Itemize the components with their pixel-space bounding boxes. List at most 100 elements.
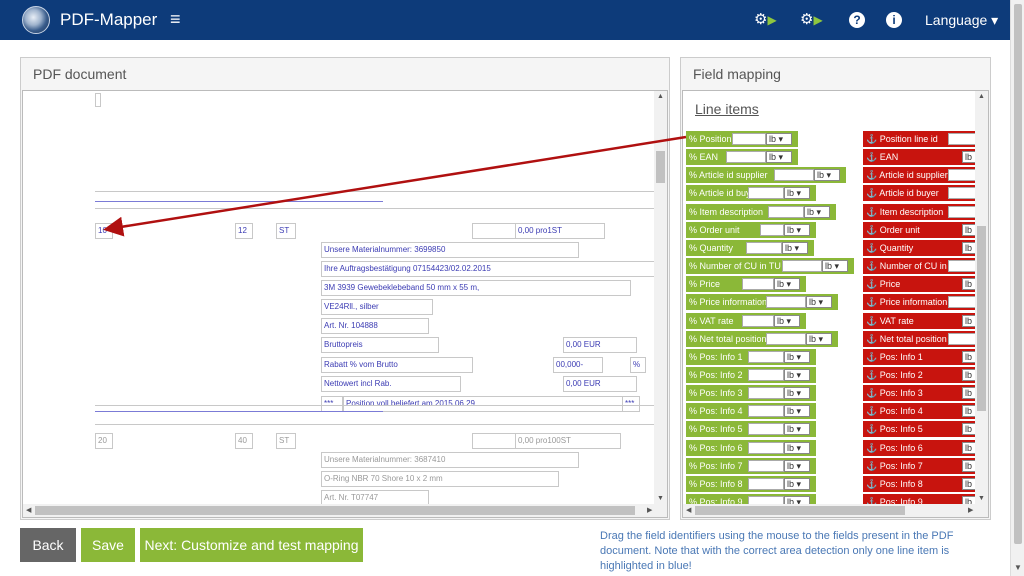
field-input[interactable] [774, 169, 814, 182]
pdf-field[interactable]: 10 [95, 223, 113, 239]
field-input[interactable] [766, 332, 806, 345]
unit-select[interactable]: lb ▾ [814, 169, 840, 182]
field-input[interactable] [742, 314, 774, 327]
unit-select[interactable]: lb ▾ [784, 350, 810, 363]
pdf-field[interactable] [472, 223, 516, 239]
scroll-left-icon[interactable]: ◀ [26, 506, 31, 514]
pdf-field[interactable]: 40 [235, 433, 253, 449]
scroll-right-icon[interactable]: ▶ [968, 506, 973, 514]
pdf-field[interactable]: Nettowert incl Rab. [321, 376, 461, 392]
unit-select[interactable]: lb ▾ [784, 405, 810, 418]
field-input[interactable] [760, 223, 784, 236]
app-title[interactable]: PDF-Mapper [60, 10, 157, 30]
field-input[interactable] [748, 187, 784, 200]
field-input[interactable] [742, 278, 774, 291]
menu-icon[interactable]: ≡ [170, 9, 181, 30]
unit-select[interactable]: lb ▾ [766, 133, 792, 145]
field-input[interactable] [746, 241, 782, 254]
unit-select[interactable]: lb ▾ [782, 241, 808, 254]
pdf-field[interactable]: 00,000- [553, 357, 603, 373]
scroll-right-icon[interactable]: ▶ [647, 506, 652, 514]
pdf-field[interactable]: *** [622, 396, 640, 412]
unit-select[interactable]: lb ▾ [784, 423, 810, 436]
multi-settings-run-icon[interactable]: ⚙▶ [800, 10, 823, 28]
pdf-field[interactable]: 3M 3939 Gewebeklebeband 50 mm x 55 m, [321, 280, 631, 296]
pdf-field[interactable]: ST [276, 223, 296, 239]
unit-select[interactable]: lb ▾ [784, 441, 810, 454]
pdf-field[interactable] [472, 433, 516, 449]
pdf-field[interactable]: 0,00 EUR [563, 376, 637, 392]
unit-select[interactable]: lb ▾ [784, 477, 810, 490]
unit-select[interactable]: lb ▾ [784, 368, 810, 381]
pdf-field[interactable] [95, 93, 101, 107]
field-input[interactable] [748, 387, 784, 400]
pdf-field[interactable]: Rabatt % vom Brutto [321, 357, 473, 373]
scroll-down-icon[interactable]: ▼ [1014, 563, 1022, 572]
mapping-vertical-scrollbar-thumb[interactable] [977, 226, 986, 411]
pdf-horizontal-scrollbar[interactable]: ◀ ▶ [23, 504, 667, 517]
mapping-horizontal-scrollbar[interactable]: ◀ ▶ [683, 504, 988, 517]
field-input[interactable] [768, 205, 804, 218]
page-scrollbar-thumb[interactable] [1014, 4, 1022, 544]
pdf-field[interactable]: Bruttopreis [321, 337, 439, 353]
next-button[interactable]: Next: Customize and test mapping [140, 528, 363, 562]
field-input[interactable] [748, 441, 784, 454]
save-button[interactable]: Save [81, 528, 135, 562]
field-input[interactable] [748, 368, 784, 381]
unit-select[interactable]: lb ▾ [806, 296, 832, 309]
unit-select[interactable]: lb ▾ [804, 205, 830, 218]
scroll-down-icon[interactable]: ▼ [657, 495, 664, 502]
unit-select[interactable]: lb ▾ [774, 314, 800, 327]
pdf-field[interactable]: 0,00 EUR [563, 337, 637, 353]
pdf-field[interactable]: Ihre Auftragsbestätigung 07154423/02.02.… [321, 261, 655, 277]
pdf-vertical-scrollbar-thumb[interactable] [656, 151, 665, 183]
unit-select[interactable]: lb ▾ [806, 332, 832, 345]
field-input[interactable] [782, 260, 822, 273]
page-scrollbar[interactable]: ▼ [1010, 0, 1024, 576]
field-input[interactable] [732, 133, 766, 145]
unit-select[interactable]: lb ▾ [784, 387, 810, 400]
language-dropdown[interactable]: Language ▾ [925, 12, 998, 29]
mapping-vertical-scrollbar[interactable]: ▲ ▼ [975, 91, 988, 505]
scroll-down-icon[interactable]: ▼ [978, 495, 985, 502]
field-input[interactable] [748, 350, 784, 363]
unit-select[interactable]: lb ▾ [784, 459, 810, 472]
pdf-field[interactable]: Art. Nr. 104888 [321, 318, 429, 334]
pdf-field[interactable]: Position voll beliefert am 2015.06.29 [343, 396, 623, 412]
info-icon[interactable]: i [886, 12, 902, 28]
pdf-field[interactable]: *** [321, 396, 343, 412]
field-input[interactable] [726, 151, 766, 164]
field-input[interactable] [748, 459, 784, 472]
pdf-field[interactable]: 20 [95, 433, 113, 449]
mapping-horizontal-scrollbar-thumb[interactable] [695, 506, 905, 515]
back-button[interactable]: Back [20, 528, 76, 562]
unit-select[interactable]: lb ▾ [784, 223, 810, 236]
pdf-field[interactable]: O-Ring NBR 70 Shore 10 x 2 mm [321, 471, 559, 487]
field-input[interactable] [748, 423, 784, 436]
field-input[interactable] [748, 477, 784, 490]
unit-select[interactable]: lb ▾ [822, 260, 848, 273]
settings-run-icon[interactable]: ⚙▶ [754, 10, 777, 28]
unit-select[interactable]: lb ▾ [784, 187, 810, 200]
pdf-field[interactable]: VE24Rll., silber [321, 299, 433, 315]
pdf-field[interactable]: 0,00 pro1ST [515, 223, 605, 239]
pdf-field[interactable]: ST [276, 433, 296, 449]
pdf-field[interactable]: % [630, 357, 646, 373]
pdf-vertical-scrollbar[interactable]: ▲ ▼ [654, 91, 667, 505]
scroll-left-icon[interactable]: ◀ [686, 506, 691, 514]
scroll-up-icon[interactable]: ▲ [978, 93, 985, 100]
field-input[interactable] [766, 296, 806, 309]
pdf-field[interactable]: Unsere Materialnummer: 3699850 [321, 242, 579, 258]
pdf-field[interactable]: 12 [235, 223, 253, 239]
pdf-field[interactable]: Art. Nr. T07747 [321, 490, 429, 505]
field-input[interactable] [748, 405, 784, 418]
pdf-field[interactable]: Unsere Materialnummer: 3687410 [321, 452, 579, 468]
help-icon[interactable]: ? [849, 12, 865, 28]
unit-select[interactable]: lb ▾ [766, 151, 792, 164]
unit-select[interactable]: lb ▾ [774, 278, 800, 291]
pdf-horizontal-scrollbar-thumb[interactable] [35, 506, 635, 515]
pdf-canvas[interactable]: 10 12 ST 0,00 pro1ST Unsere Materialnumm… [22, 90, 668, 518]
pdf-field[interactable]: 0,00 pro100ST [515, 433, 621, 449]
scroll-up-icon[interactable]: ▲ [657, 93, 664, 100]
mapping-list[interactable]: Line items % Position line id lb ▾ ⚓ Posit… [682, 90, 989, 518]
